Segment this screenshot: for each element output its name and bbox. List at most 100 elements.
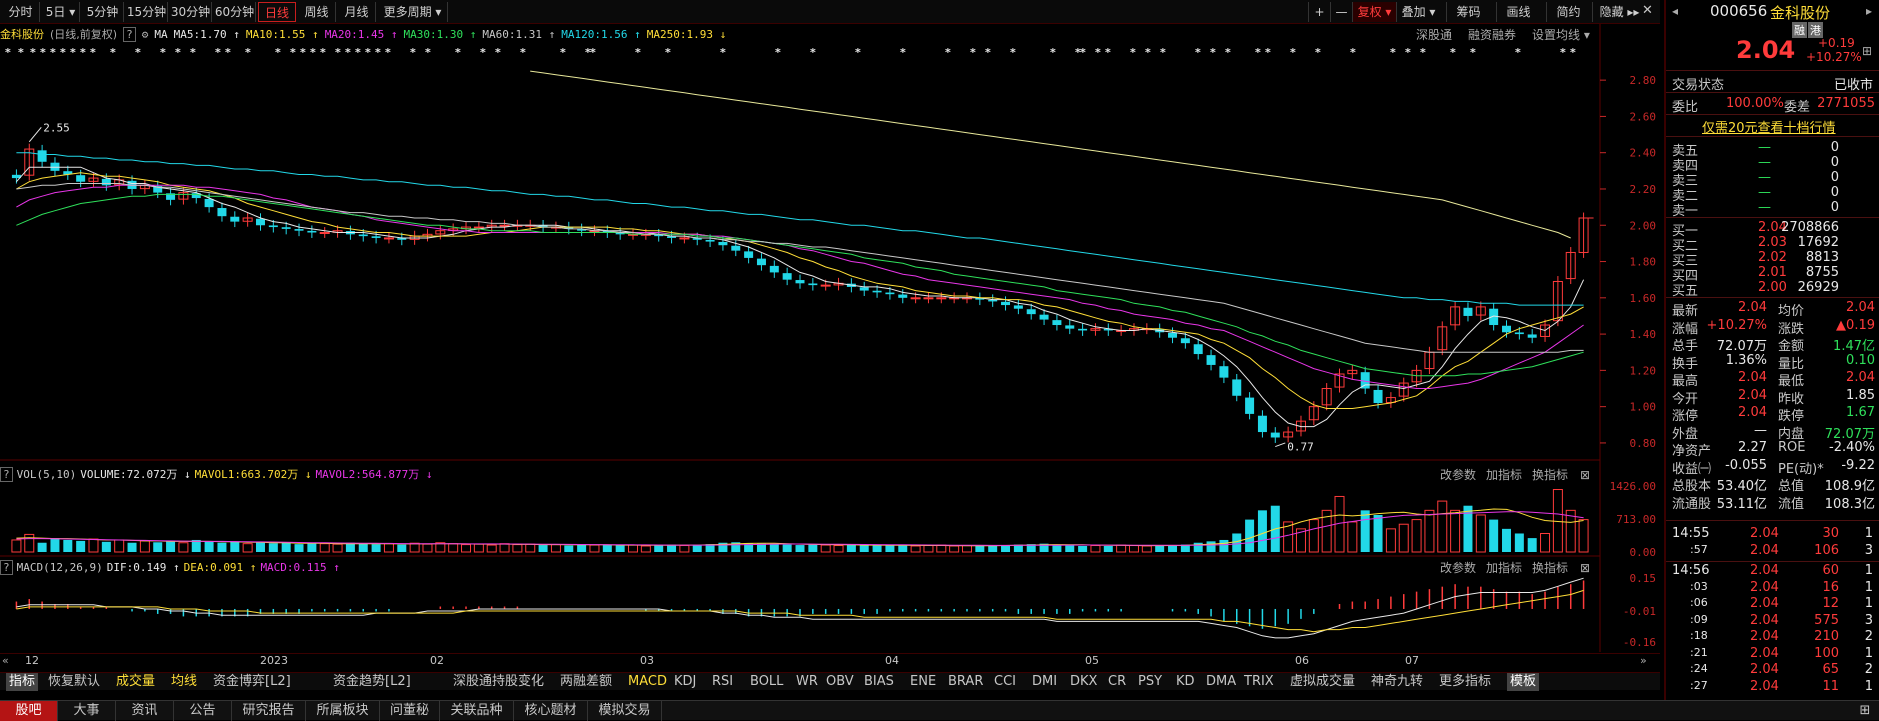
candle-16 xyxy=(217,208,227,217)
candle-68 xyxy=(885,292,895,295)
candle-20 xyxy=(268,225,278,228)
pane-option-2[interactable]: 换指标 xyxy=(1532,561,1568,575)
vol-bar-69 xyxy=(898,545,908,552)
tick-vol-7: 100 xyxy=(1814,645,1839,661)
candle-54 xyxy=(705,239,715,242)
sell-vol-2: 0 xyxy=(1830,170,1839,185)
prev-stock-icon[interactable]: ◂ xyxy=(1672,4,1678,18)
vol-bar-44 xyxy=(577,544,587,552)
stat-value-3a: 1.36% xyxy=(1725,352,1767,368)
scroll-right-icon[interactable]: » xyxy=(1640,654,1647,667)
indicator-6[interactable]: 深股通持股变化 xyxy=(453,673,544,691)
vol-bar-53 xyxy=(692,545,702,552)
indicator-8[interactable]: MACD xyxy=(628,673,667,691)
expand-icon[interactable]: ⊞ xyxy=(1855,701,1875,721)
bottom-tab-8[interactable]: 核心题材 xyxy=(514,701,588,721)
indicator-14[interactable]: BIAS xyxy=(864,673,894,691)
pane-help-icon[interactable]: ? xyxy=(0,560,13,575)
pane-help-icon[interactable]: ? xyxy=(0,467,13,482)
stat-value-0b: 2.04 xyxy=(1846,300,1875,315)
macd-ylabel-1: -0.01 xyxy=(1623,605,1656,618)
stat-value-2a: 72.07万 xyxy=(1716,339,1767,354)
pane-close-icon[interactable]: ⊠ xyxy=(1580,468,1590,482)
pane-option-0[interactable]: 改参数 xyxy=(1440,561,1476,575)
add-watch-icon[interactable]: ⊞ xyxy=(1862,44,1872,58)
indicator-3[interactable]: 均线 xyxy=(171,673,197,691)
indicator-15[interactable]: ENE xyxy=(910,673,936,691)
indicator-18[interactable]: DMI xyxy=(1032,673,1057,691)
bottom-tab-6[interactable]: 问董秘 xyxy=(380,701,440,721)
bottom-tab-3[interactable]: 公告 xyxy=(174,701,232,721)
indicator-21[interactable]: PSY xyxy=(1138,673,1162,691)
tick-time-6: :18 xyxy=(1690,629,1708,642)
indicator-17[interactable]: CCI xyxy=(994,673,1016,691)
candle-78 xyxy=(1013,305,1023,309)
indicator-4[interactable]: 资金博弈[L2] xyxy=(213,673,291,691)
indicator-2[interactable]: 成交量 xyxy=(116,673,155,691)
vol-bar-63 xyxy=(820,544,831,553)
vol-ylabel-1: 713.00 xyxy=(1616,513,1656,526)
stock-title: 金科股份 xyxy=(1770,4,1831,22)
bottom-tab-7[interactable]: 关联品种 xyxy=(440,701,514,721)
candle-82 xyxy=(1065,325,1075,329)
pane-option-1[interactable]: 加指标 xyxy=(1486,561,1522,575)
bottom-tab-5[interactable]: 所属板块 xyxy=(306,701,380,721)
tick-time-9: :27 xyxy=(1690,678,1708,692)
pane-option-0[interactable]: 改参数 xyxy=(1440,468,1476,482)
indicator-20[interactable]: CR xyxy=(1108,673,1126,691)
stat-value-8a: 2.27 xyxy=(1738,440,1767,455)
bottom-tab-2[interactable]: 资讯 xyxy=(116,701,174,721)
bottom-tabs: 股吧 大事 资讯 公告 研究报告 所属板块 问董秘 关联品种 核心题材 模拟交易 ⊞ xyxy=(0,700,1879,721)
indicator-27[interactable]: 更多指标 xyxy=(1439,673,1491,691)
tick-vol-0: 30 xyxy=(1822,526,1839,541)
stat-value-7a: — xyxy=(1754,422,1767,438)
tick-count-1: 3 xyxy=(1864,542,1873,558)
stat-value-5a: 2.04 xyxy=(1738,387,1767,403)
promo-link[interactable]: 仅需20元查看十档行情 xyxy=(1702,117,1836,136)
bottom-tab-0[interactable]: 股吧 xyxy=(0,701,58,721)
candle-71 xyxy=(923,297,934,300)
indicator-7[interactable]: 两融差额 xyxy=(560,673,612,691)
indicator-26[interactable]: 神奇九转 xyxy=(1371,673,1423,691)
indicator-22[interactable]: KD xyxy=(1176,673,1195,691)
vol-bar-67 xyxy=(872,545,882,552)
indicator-24[interactable]: TRIX xyxy=(1244,673,1274,691)
indicator-23[interactable]: DMA xyxy=(1206,673,1236,691)
indicator-25[interactable]: 虚拟成交量 xyxy=(1290,673,1355,691)
vol-bar-25 xyxy=(332,543,343,553)
tick-price-8: 2.04 xyxy=(1750,662,1779,677)
main-ylabel-6: 1.60 xyxy=(1630,292,1657,305)
candle-116 xyxy=(1502,325,1511,333)
indicator-12[interactable]: WR xyxy=(796,673,818,691)
pane-option-2[interactable]: 换指标 xyxy=(1532,468,1568,482)
next-stock-icon[interactable]: ▸ xyxy=(1866,4,1872,18)
indicator-28[interactable]: 模板 xyxy=(1507,673,1540,691)
vol-bar-101 xyxy=(1308,519,1319,553)
pane-close-icon[interactable]: ⊠ xyxy=(1580,561,1590,575)
tick-vol-1: 106 xyxy=(1814,542,1839,558)
stat-label-8a: 净资产 xyxy=(1672,444,1712,459)
indicator-10[interactable]: RSI xyxy=(712,673,733,691)
vol-bar-110 xyxy=(1424,509,1435,553)
candle-96 xyxy=(1245,397,1255,414)
tick-price-4: 2.04 xyxy=(1750,596,1779,611)
indicator-0[interactable]: 指标 xyxy=(6,673,39,691)
indicator-13[interactable]: OBV xyxy=(826,673,854,691)
indicator-9[interactable]: KDJ xyxy=(674,673,696,691)
indicator-16[interactable]: BRAR xyxy=(948,673,983,691)
indicator-11[interactable]: BOLL xyxy=(750,673,783,691)
bottom-tab-9[interactable]: 模拟交易 xyxy=(588,701,662,721)
pane-option-1[interactable]: 加指标 xyxy=(1486,468,1522,482)
vol-bar-94 xyxy=(1219,539,1229,552)
candle-113 xyxy=(1463,307,1473,316)
scroll-left-icon[interactable]: « xyxy=(2,654,9,667)
indicator-19[interactable]: DKX xyxy=(1070,673,1097,691)
main-ylabel-10: 0.80 xyxy=(1630,437,1657,450)
indicator-5[interactable]: 资金趋势[L2] xyxy=(333,673,411,691)
indicator-1[interactable]: 恢复默认 xyxy=(48,673,100,691)
bottom-tab-4[interactable]: 研究报告 xyxy=(232,701,306,721)
vol-bar-65 xyxy=(846,544,856,552)
candle-55 xyxy=(718,241,728,246)
bottom-tab-1[interactable]: 大事 xyxy=(58,701,116,721)
vol-bar-48 xyxy=(628,544,639,553)
